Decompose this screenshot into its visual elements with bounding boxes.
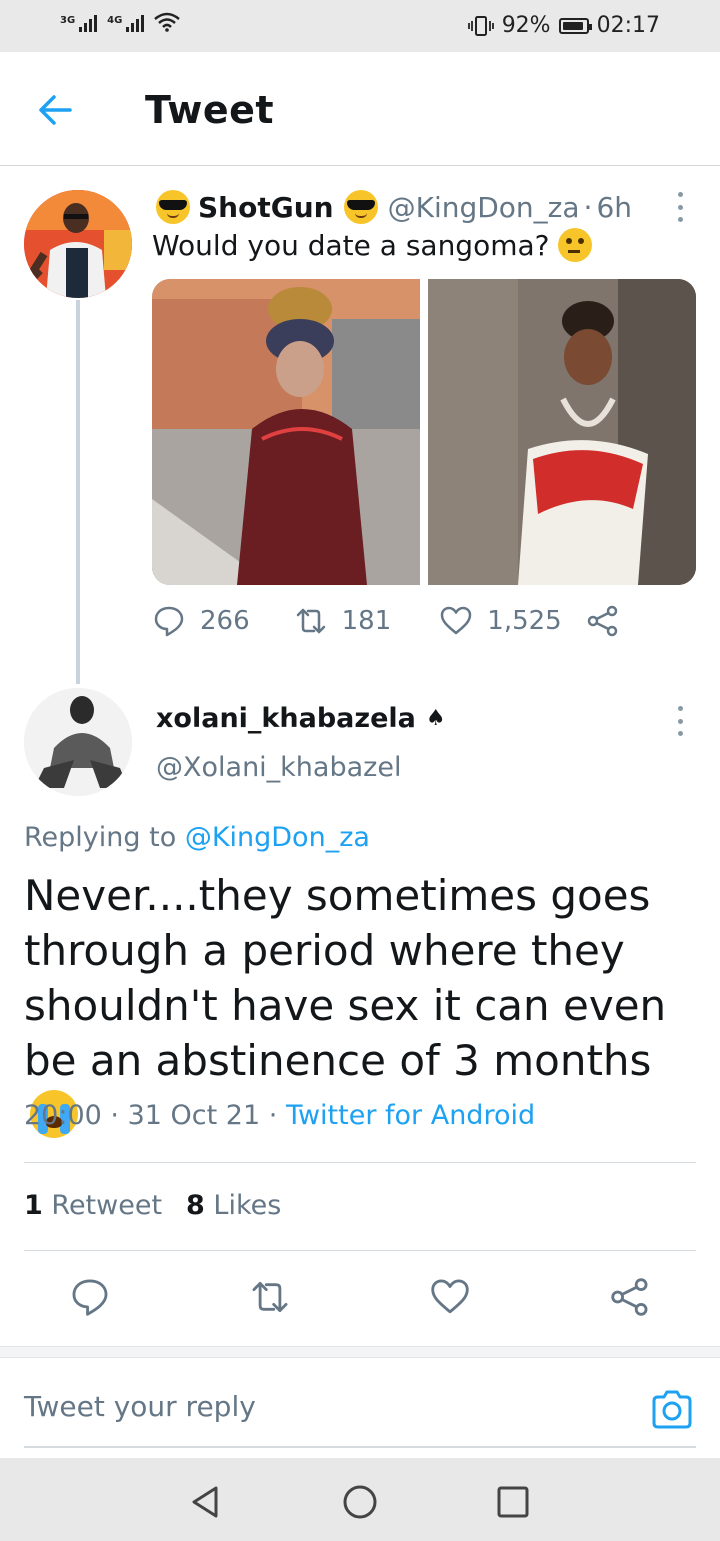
status-bar: 3G 4G 92% 02:17 <box>0 0 720 52</box>
avatar[interactable] <box>24 190 132 298</box>
system-nav-bar <box>0 1458 720 1541</box>
signal-3g-icon: 3G <box>60 15 98 32</box>
likes-stat-count: 8 <box>186 1190 205 1221</box>
retweet-icon[interactable] <box>294 604 328 638</box>
thinking-emoji-icon <box>557 228 592 262</box>
spade-icon: ♠ <box>425 706 446 731</box>
reply-action[interactable]: 266 <box>152 604 250 638</box>
replying-prefix: Replying to <box>24 822 177 853</box>
nav-recents-icon[interactable] <box>493 1482 533 1522</box>
clock: 02:17 <box>596 13 660 38</box>
reply-author-row: xolani_khabazela ♠ <box>156 703 446 734</box>
signal-4g-icon: 4G <box>107 15 145 32</box>
tweet-source-link[interactable]: Twitter for Android <box>286 1100 535 1131</box>
share-icon[interactable] <box>586 604 620 638</box>
tweet-text-content: Would you date a sangoma? <box>152 228 550 262</box>
like-action[interactable]: 1,525 <box>439 604 562 638</box>
reply-count: 266 <box>200 606 250 636</box>
author-handle[interactable]: @KingDon_za <box>388 191 580 224</box>
tweet-text: Would you date a sangoma? <box>152 228 592 262</box>
reply-input[interactable]: Tweet your reply <box>24 1390 256 1423</box>
avatar[interactable] <box>24 688 132 796</box>
reply-text-content: Never....they sometimes goes through a p… <box>24 871 667 1085</box>
engagement-stats: 1 Retweet 8 Likes <box>24 1190 281 1221</box>
reply-tweet-actions <box>0 1272 720 1328</box>
arrow-left-icon[interactable] <box>36 90 76 130</box>
replying-to-line: Replying to @KingDon_za <box>24 822 370 853</box>
tweet-date: 31 Oct 21 <box>127 1100 261 1131</box>
reply-author-display-name[interactable]: xolani_khabazela <box>156 703 416 734</box>
retweet-count: 181 <box>341 606 392 636</box>
separator: · <box>110 1100 119 1131</box>
thread-connector <box>76 300 80 684</box>
sunglasses-emoji-icon <box>156 190 190 224</box>
more-vertical-icon[interactable] <box>674 706 686 736</box>
speech-bubble-icon[interactable] <box>152 604 186 638</box>
top-app-bar: Tweet <box>0 52 720 166</box>
heart-icon[interactable] <box>429 1276 471 1318</box>
speech-bubble-icon[interactable] <box>69 1276 111 1318</box>
tweet-photo-2[interactable] <box>428 279 696 585</box>
reply-author-handle[interactable]: @Xolani_khabazel <box>156 752 401 783</box>
tweet-meta: 20:00 · 31 Oct 21 · Twitter for Android <box>24 1100 535 1131</box>
replying-mention-link[interactable]: @KingDon_za <box>185 822 370 853</box>
divider <box>24 1162 696 1163</box>
camera-icon[interactable] <box>650 1387 694 1431</box>
retweets-stat-label: Retweet <box>51 1190 163 1221</box>
retweets-stat[interactable]: 1 Retweet <box>24 1190 162 1221</box>
retweet-action[interactable]: 181 <box>294 604 392 638</box>
tweet-timestamp: 20:00 <box>24 1100 102 1131</box>
retweets-stat-count: 1 <box>24 1190 43 1221</box>
tweet-photo-1[interactable] <box>152 279 420 585</box>
nav-home-icon[interactable] <box>340 1482 380 1522</box>
input-underline <box>24 1446 696 1448</box>
share-icon[interactable] <box>609 1276 651 1318</box>
tweet-media <box>152 279 696 585</box>
separator: · <box>268 1100 278 1131</box>
share-action[interactable] <box>586 604 620 638</box>
battery-icon <box>558 17 592 34</box>
heart-icon[interactable] <box>439 604 473 638</box>
likes-stat-label: Likes <box>213 1190 282 1221</box>
like-count: 1,525 <box>487 606 562 636</box>
author-display-name[interactable]: ShotGun <box>198 191 334 224</box>
retweet-icon[interactable] <box>249 1276 291 1318</box>
separator: · <box>583 190 593 224</box>
page-title: Tweet <box>145 88 275 132</box>
tweet-author-row: ShotGun @KingDon_za · 6h <box>152 190 632 224</box>
section-divider <box>0 1346 720 1358</box>
wifi-icon <box>154 12 181 32</box>
tweet-time: 6h <box>596 190 632 224</box>
battery-percent: 92% <box>501 13 551 38</box>
likes-stat[interactable]: 8 Likes <box>186 1190 281 1221</box>
nav-back-icon[interactable] <box>186 1482 226 1522</box>
more-vertical-icon[interactable] <box>674 192 686 222</box>
sunglasses-emoji-icon <box>343 190 378 224</box>
vibrate-icon <box>467 15 494 36</box>
divider <box>24 1250 696 1251</box>
tweet-actions: 266 181 1,525 <box>152 604 620 638</box>
